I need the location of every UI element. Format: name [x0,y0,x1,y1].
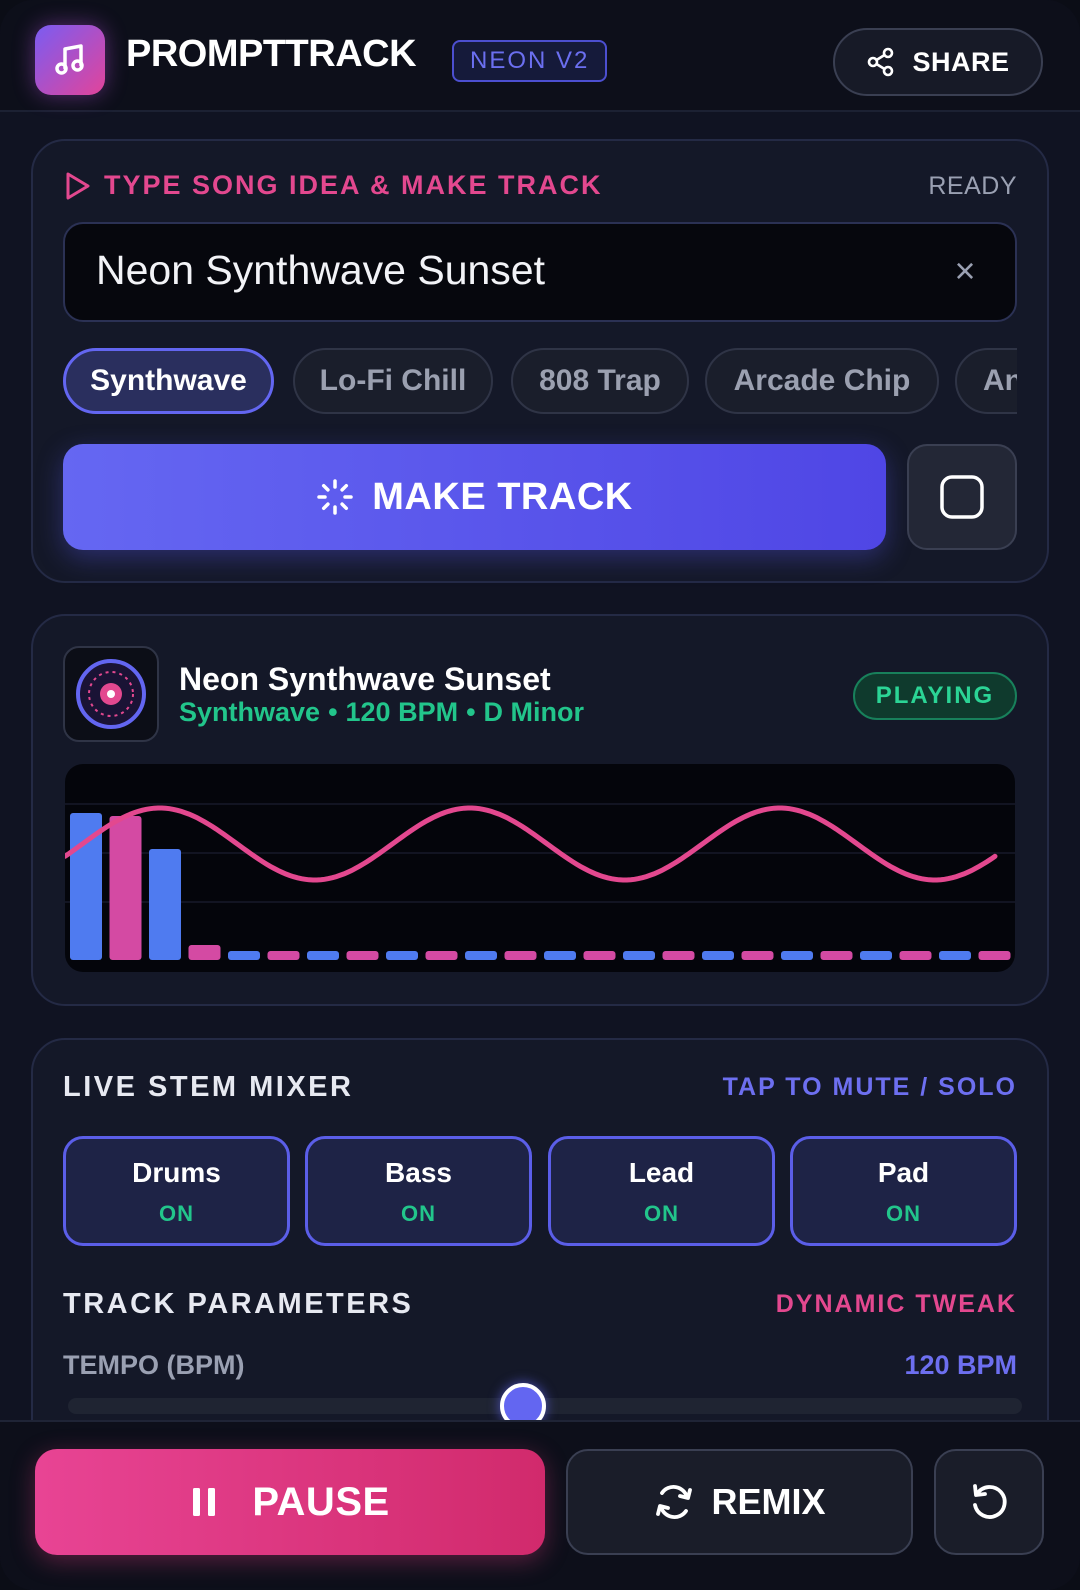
visualizer-bar [109,816,142,960]
pause-button[interactable]: PAUSE [35,1449,545,1555]
stem-name: Lead [628,1157,695,1188]
remix-button[interactable]: REMIX [566,1449,913,1555]
visualizer-bar [702,951,734,960]
visualizer-bar [978,951,1011,960]
visualizer-bar [267,951,300,960]
chip-arcade-chip[interactable]: Arcade Chip [705,348,939,414]
stop-square-icon [940,475,984,519]
visualizer-bar [425,951,458,960]
params-hint: DYNAMIC TWEAK [775,1290,1017,1318]
visualizer-bar [346,951,379,960]
remix-label: REMIX [711,1481,826,1522]
tempo-label: TEMPO (BPM) [63,1350,245,1380]
visualizer-bar [741,951,774,960]
visualizer-bar [544,951,576,960]
visualizer-bar [781,951,813,960]
meta-separator: • [466,697,476,727]
params-section-label: TRACK PARAMETERS [63,1288,414,1320]
visualizer-bar [465,951,497,960]
visualizer-bar [583,951,616,960]
refresh-icon [656,1485,693,1519]
reset-button[interactable] [934,1449,1044,1555]
music-note-icon [35,25,105,95]
chip-lofi-chill[interactable]: Lo-Fi Chill [293,348,493,414]
tempo-value: 120 BPM [904,1350,1017,1380]
style-chips: Synthwave Lo-Fi Chill 808 Trap Arcade Ch… [63,348,1017,414]
stem-state: ON [644,1201,679,1226]
audio-visualizer [65,764,1015,972]
visualizer-bar [662,951,695,960]
stem-pad[interactable]: Pad ON [790,1136,1017,1246]
visualizer-bar [623,951,655,960]
visualizer-bar [820,951,853,960]
mixer-section-label: LIVE STEM MIXER [63,1071,354,1103]
reset-icon [973,1484,1007,1519]
track-meta: Synthwave • 120 BPM • D Minor [179,697,584,728]
visualizer-bar [386,951,418,960]
stem-name: Drums [132,1157,221,1188]
visualizer-bar [504,951,537,960]
visualizer-bar [188,945,221,960]
spinner-icon [317,479,354,515]
visualizer-bar [228,951,260,960]
visualizer-bar [307,951,339,960]
chip-808-trap[interactable]: 808 Trap [511,348,689,414]
waveform-line [65,805,998,883]
stem-state: ON [159,1201,194,1226]
song-idea-input-value[interactable]: Neon Synthwave Sunset [96,247,545,294]
status-text: READY [928,172,1017,200]
share-button[interactable]: SHARE [833,28,1043,96]
playing-status-badge: PLAYING [853,672,1017,720]
share-label: SHARE [912,46,1010,77]
visualizer-bar [939,951,971,960]
stem-lead[interactable]: Lead ON [548,1136,775,1246]
stem-bass[interactable]: Bass ON [305,1136,532,1246]
chip-overflow[interactable]: An [955,348,1017,414]
app-title: PROMPTTRACK [126,33,417,75]
stop-button[interactable] [907,444,1017,550]
track-bpm: 120 BPM [345,697,459,727]
visualizer-bar [899,951,932,960]
track-genre: Synthwave [179,697,321,727]
share-icon [868,47,894,77]
make-track-label: MAKE TRACK [372,475,633,518]
visualizer-bar [860,951,892,960]
stem-name: Pad [877,1157,930,1188]
version-badge: NEON V2 [452,40,608,82]
stem-drums[interactable]: Drums ON [63,1136,290,1246]
pause-icon [193,1488,216,1516]
track-key: D Minor [483,697,585,727]
play-outline-icon [66,172,90,200]
vinyl-disc-icon [63,646,159,742]
chip-synthwave[interactable]: Synthwave [63,348,274,414]
mixer-hint: TAP TO MUTE / SOLO [722,1073,1017,1101]
pause-label: PAUSE [252,1479,390,1524]
meta-separator: • [328,697,338,727]
stem-state: ON [886,1201,921,1226]
prompt-section-label: TYPE SONG IDEA & MAKE TRACK [104,170,603,200]
stem-name: Bass [385,1157,452,1188]
app-shell: PROMPTTRACK NEON V2 SHARE TYPE SONG IDEA… [0,0,1080,1590]
visualizer-bar [149,849,181,960]
stem-state: ON [401,1201,436,1226]
clear-input-button[interactable]: × [950,253,980,289]
make-track-button[interactable]: MAKE TRACK [63,444,886,550]
track-title: Neon Synthwave Sunset [179,661,551,697]
